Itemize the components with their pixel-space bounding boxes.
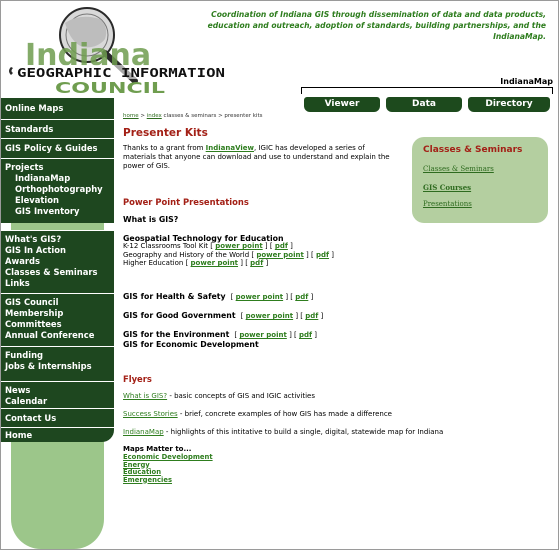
sidebar-group: Home: [1, 427, 114, 442]
flyers-heading: Flyers: [123, 374, 152, 384]
sidebar-item-calendar[interactable]: Calendar: [1, 396, 114, 407]
flyer-indianamap-link[interactable]: IndianaMap: [123, 428, 164, 436]
sidebar-item-membership[interactable]: Membership: [1, 308, 114, 319]
tab-viewer[interactable]: Viewer: [304, 97, 380, 112]
indianamap-label[interactable]: IndianaMap: [500, 77, 553, 86]
k12-line: K-12 Classrooms Tool Kit [ power point ]…: [123, 242, 293, 250]
flyer-success-stories: Success Stories - brief, concrete exampl…: [123, 410, 392, 418]
mm-emergencies[interactable]: Emergencies: [123, 476, 213, 485]
sidebar-group: Online Maps: [1, 97, 114, 119]
sidebar-item-online-maps[interactable]: Online Maps: [1, 98, 114, 114]
sidebar-item-orthophotography[interactable]: Orthophotography: [1, 184, 114, 195]
sidebar-group: Contact Us: [1, 408, 114, 427]
health-pdf-link[interactable]: pdf: [295, 293, 308, 301]
flyer-indianamap: IndianaMap - highlights of this intitati…: [123, 428, 444, 436]
header: Indiana GEOGRAPHIC INFORMATION COUNCIL C…: [1, 1, 558, 96]
health-ppt-link[interactable]: power point: [236, 293, 283, 301]
what-is-gis-heading: What is GIS?: [123, 215, 179, 224]
ppt-heading: Power Point Presentations: [123, 197, 249, 207]
good-gov-line: GIS for Good Government [ power point ] …: [123, 311, 324, 320]
sidebar-item-links[interactable]: Links: [1, 278, 114, 289]
sidebar-group: GIS Council Membership Committees Annual Co…: [1, 293, 114, 346]
sidebar-item-jobs-internships[interactable]: Jobs & Internships: [1, 361, 114, 372]
sidebar-group: What's GIS? GIS In Action Awards Classes & …: [1, 230, 114, 293]
breadcrumb-index[interactable]: index: [147, 113, 162, 119]
sidebar-group: GIS Policy & Guides: [1, 138, 114, 158]
logo-council: COUNCIL: [55, 79, 166, 95]
sidebar-item-gis-council[interactable]: GIS Council: [1, 294, 114, 308]
sidebar-item-committees[interactable]: Committees: [1, 319, 114, 330]
sidebar-item-news[interactable]: News: [1, 382, 114, 396]
sidebar-group: Funding Jobs & Internships: [1, 346, 114, 381]
sidebar-item-classes-seminars[interactable]: Classes & Seminars: [1, 267, 114, 278]
sidebar-item-awards[interactable]: Awards: [1, 256, 114, 267]
flyer-what-is-gis-link[interactable]: What is GIS?: [123, 392, 167, 400]
breadcrumb: home > index classes & seminars > presen…: [123, 113, 263, 119]
sidebar-item-annual-conference[interactable]: Annual Conference: [1, 330, 114, 341]
good-gov-ppt-link[interactable]: power point: [246, 312, 293, 320]
geo-history-ppt-link[interactable]: power point: [256, 251, 303, 259]
geo-history-line: Geography and History of the World [ pow…: [123, 250, 334, 259]
top-tabs: Viewer Data Directory: [304, 97, 550, 112]
tagline: Coordination of Indiana GIS through diss…: [207, 10, 546, 41]
k12-ppt-link[interactable]: power point: [215, 242, 262, 250]
sidebar-group: Standards: [1, 119, 114, 138]
sidebar: Online Maps Standards GIS Policy & Guides P…: [1, 97, 114, 549]
environment-ppt-link[interactable]: power point: [239, 331, 286, 339]
rightbox-link-courses[interactable]: GIS Courses: [423, 183, 471, 192]
health-line: GIS for Health & Safety [ power point ] …: [123, 292, 314, 301]
sidebar-item-gis-in-action[interactable]: GIS In Action: [1, 245, 114, 256]
tab-directory[interactable]: Directory: [468, 97, 550, 112]
good-gov-pdf-link[interactable]: pdf: [305, 312, 318, 320]
page-title: Presenter Kits: [123, 127, 208, 139]
intro-text: Thanks to a grant from IndianaView, IGIC…: [123, 144, 390, 170]
indianaview-link[interactable]: IndianaView: [206, 144, 254, 152]
sidebar-item-indianamap[interactable]: IndianaMap: [1, 173, 114, 184]
sidebar-group: Projects IndianaMap Orthophotography Elevat…: [1, 158, 114, 223]
maps-matter-heading: Maps Matter to...: [123, 445, 192, 453]
tab-data[interactable]: Data: [386, 97, 462, 112]
econ-dev-heading: GIS for Economic Development: [123, 340, 259, 349]
flyer-success-stories-link[interactable]: Success Stories: [123, 410, 178, 418]
sidebar-item-contact-us[interactable]: Contact Us: [1, 409, 114, 424]
tabs-bracket: [301, 87, 553, 94]
flyer-what-is-gis: What is GIS? - basic concepts of GIS and…: [123, 392, 315, 400]
sidebar-item-home[interactable]: Home: [1, 428, 114, 441]
higher-ed-pdf-link[interactable]: pdf: [250, 259, 263, 267]
higher-ed-ppt-link[interactable]: power point: [191, 259, 238, 267]
environment-pdf-link[interactable]: pdf: [299, 331, 312, 339]
breadcrumb-home[interactable]: home: [123, 113, 139, 119]
main-content: home > index classes & seminars > presen…: [123, 113, 543, 483]
maps-matter-list: Economic Development Energy Education Em…: [123, 453, 213, 485]
geo-history-pdf-link[interactable]: pdf: [316, 251, 329, 259]
sidebar-item-elevation[interactable]: Elevation: [1, 195, 114, 206]
sidebar-item-projects[interactable]: Projects: [1, 159, 114, 173]
sidebar-group: News Calendar: [1, 381, 114, 408]
higher-ed-line: Higher Education [ power point ] [ pdf ]: [123, 259, 269, 267]
page: Indiana GEOGRAPHIC INFORMATION COUNCIL C…: [0, 0, 559, 550]
sidebar-item-gis-inventory[interactable]: GIS Inventory: [1, 206, 114, 217]
sidebar-item-what-s-gis[interactable]: What's GIS?: [1, 231, 114, 245]
sidebar-item-funding[interactable]: Funding: [1, 347, 114, 361]
environment-line: GIS for the Environment [ power point ] …: [123, 330, 318, 339]
sidebar-item-standards[interactable]: Standards: [1, 120, 114, 135]
k12-pdf-link[interactable]: pdf: [275, 242, 288, 250]
logo-banner: GEOGRAPHIC INFORMATION: [17, 65, 225, 80]
sidebar-item-gis-policy-guides[interactable]: GIS Policy & Guides: [1, 139, 114, 154]
rightbox-link-presentations[interactable]: Presentations: [423, 200, 472, 208]
